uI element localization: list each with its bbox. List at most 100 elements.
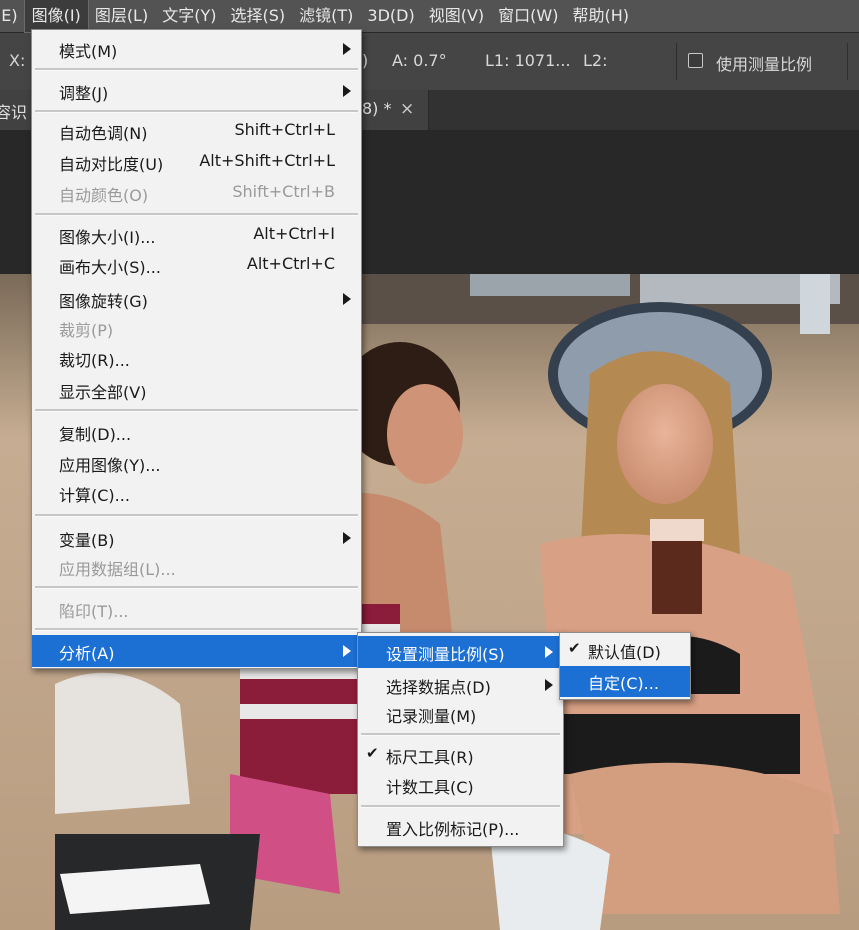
menu-separator: [35, 68, 358, 71]
menu-item-image-size[interactable]: 图像大小(I)... Alt+Ctrl+I: [32, 220, 361, 250]
menu-item-auto-tone[interactable]: 自动色调(N) Shift+Ctrl+L: [32, 116, 361, 146]
menu-layer[interactable]: 图层(L): [88, 0, 155, 32]
menu-item-label: 设置测量比例(S): [386, 645, 505, 664]
length1-readout: L1: 1071...: [485, 51, 571, 70]
menu-separator: [361, 805, 560, 808]
menu-item-trim[interactable]: 裁切(R)...: [32, 343, 361, 373]
menu-item-label: 计数工具(C): [386, 778, 474, 797]
menu-item-canvas-size[interactable]: 画布大小(S)... Alt+Ctrl+C: [32, 250, 361, 280]
measurement-scale-submenu: ✔ 默认值(D) 自定(C)...: [559, 632, 691, 700]
menu-item-label: 复制(D)...: [59, 425, 132, 444]
submenu-arrow-icon: [343, 293, 351, 305]
menu-item-label: 分析(A): [59, 644, 115, 663]
menu-separator: [361, 733, 560, 736]
menu-item-count-tool[interactable]: 计数工具(C): [358, 770, 563, 800]
menu-separator: [35, 628, 358, 631]
menu-view[interactable]: 视图(V): [422, 0, 491, 32]
menu-item-label: 图像大小(I)...: [59, 228, 156, 247]
menu-item-select-data-points[interactable]: 选择数据点(D): [358, 670, 563, 700]
menu-item-apply-image[interactable]: 应用图像(Y)...: [32, 448, 361, 478]
menu-item-analysis[interactable]: 分析(A): [32, 635, 361, 667]
menu-separator: [35, 514, 358, 517]
menu-item-shortcut: Alt+Ctrl+I: [253, 224, 335, 243]
menu-item-label: 应用图像(Y)...: [59, 456, 161, 475]
menu-item-label: 显示全部(V): [59, 383, 147, 402]
menu-item-label: 模式(M): [59, 42, 118, 61]
menu-item-label: 裁切(R)...: [59, 351, 130, 370]
menu-item-apply-data-set: 应用数据组(L)...: [32, 552, 361, 582]
menu-item-duplicate[interactable]: 复制(D)...: [32, 417, 361, 447]
menu-item-adjustments[interactable]: 调整(J): [32, 76, 361, 106]
menu-item-shortcut: Shift+Ctrl+B: [232, 182, 335, 201]
menu-item-auto-color: 自动颜色(O) Shift+Ctrl+B: [32, 178, 361, 208]
menu-item-label: 自动对比度(U): [59, 155, 164, 174]
use-scale-label: 使用测量比例: [716, 55, 813, 74]
menu-item-shortcut: Shift+Ctrl+L: [234, 120, 335, 139]
menu-item-calculations[interactable]: 计算(C)...: [32, 478, 361, 508]
close-icon[interactable]: ×: [400, 99, 414, 119]
submenu-arrow-icon: [545, 679, 553, 691]
tab-title-start: 容识: [0, 103, 28, 122]
menu-3d[interactable]: 3D(D): [360, 0, 421, 32]
options-divider: [676, 43, 677, 80]
menu-item-shortcut: Alt+Shift+Ctrl+L: [199, 151, 335, 170]
menu-item-custom-scale[interactable]: 自定(C)...: [560, 666, 690, 697]
menu-item-place-scale-marker[interactable]: 置入比例标记(P)...: [358, 812, 563, 842]
check-icon: ✔: [366, 744, 379, 762]
menu-item-image-rotation[interactable]: 图像旋转(G): [32, 284, 361, 314]
menu-bar: (E) 图像(I) 图层(L) 文字(Y) 选择(S) 滤镜(T) 3D(D) …: [0, 0, 859, 33]
menu-item-label: 自动颜色(O): [59, 186, 149, 205]
menu-item-label: 裁剪(P): [59, 321, 114, 340]
menu-help[interactable]: 帮助(H): [565, 0, 636, 32]
menu-item-label: 选择数据点(D): [386, 678, 491, 697]
menu-item-record-measurements[interactable]: 记录测量(M): [358, 699, 563, 729]
menu-item-set-measurement-scale[interactable]: 设置测量比例(S): [358, 636, 563, 668]
menu-item-ruler-tool[interactable]: ✔ 标尺工具(R): [358, 740, 563, 770]
submenu-arrow-icon: [343, 532, 351, 544]
menu-item-label: 自定(C)...: [588, 674, 659, 693]
menu-item-label: 标尺工具(R): [386, 748, 474, 767]
submenu-arrow-icon: [343, 43, 351, 55]
menu-edit[interactable]: (E): [0, 0, 25, 32]
menu-separator: [35, 110, 358, 113]
menu-item-trap: 陷印(T)...: [32, 594, 361, 624]
options-divider: [847, 43, 848, 80]
submenu-arrow-icon: [545, 646, 553, 658]
menu-item-label: 默认值(D): [588, 643, 661, 662]
submenu-arrow-icon: [343, 85, 351, 97]
menu-item-label: 置入比例标记(P)...: [386, 820, 520, 839]
menu-item-crop: 裁剪(P): [32, 313, 361, 343]
menu-item-variables[interactable]: 变量(B): [32, 523, 361, 553]
menu-image[interactable]: 图像(I): [23, 0, 89, 33]
analysis-submenu: 设置测量比例(S) 选择数据点(D) 记录测量(M) ✔ 标尺工具(R) 计数工…: [357, 632, 564, 847]
menu-type[interactable]: 文字(Y): [155, 0, 223, 32]
menu-select[interactable]: 选择(S): [223, 0, 292, 32]
tab-title-end: 8) *: [362, 99, 392, 118]
menu-window[interactable]: 窗口(W): [491, 0, 565, 32]
partial-value: ): [362, 51, 369, 70]
x-label: X:: [9, 51, 26, 70]
menu-item-mode[interactable]: 模式(M): [32, 34, 361, 64]
menu-filter[interactable]: 滤镜(T): [292, 0, 360, 32]
menu-item-label: 变量(B): [59, 531, 115, 550]
menu-item-reveal-all[interactable]: 显示全部(V): [32, 375, 361, 405]
menu-item-label: 应用数据组(L)...: [59, 560, 176, 579]
menu-item-label: 自动色调(N): [59, 124, 148, 143]
menu-item-label: 记录测量(M): [386, 707, 477, 726]
menu-item-auto-contrast[interactable]: 自动对比度(U) Alt+Shift+Ctrl+L: [32, 147, 361, 177]
check-icon: ✔: [568, 639, 581, 657]
menu-item-default-scale[interactable]: ✔ 默认值(D): [560, 635, 690, 665]
menu-separator: [35, 213, 358, 216]
menu-item-label: 画布大小(S)...: [59, 258, 161, 277]
angle-readout: A: 0.7°: [392, 51, 447, 70]
submenu-arrow-icon: [343, 645, 351, 657]
menu-item-shortcut: Alt+Ctrl+C: [246, 254, 335, 273]
menu-item-label: 陷印(T)...: [59, 602, 129, 621]
use-scale-checkbox[interactable]: [688, 53, 703, 68]
menu-separator: [35, 586, 358, 589]
menu-item-label: 调整(J): [59, 84, 109, 103]
image-menu: 模式(M) 调整(J) 自动色调(N) Shift+Ctrl+L 自动对比度(U…: [31, 29, 362, 669]
length2-label: L2:: [583, 51, 608, 70]
menu-item-label: 计算(C)...: [59, 486, 130, 505]
menu-item-label: 图像旋转(G): [59, 292, 148, 311]
